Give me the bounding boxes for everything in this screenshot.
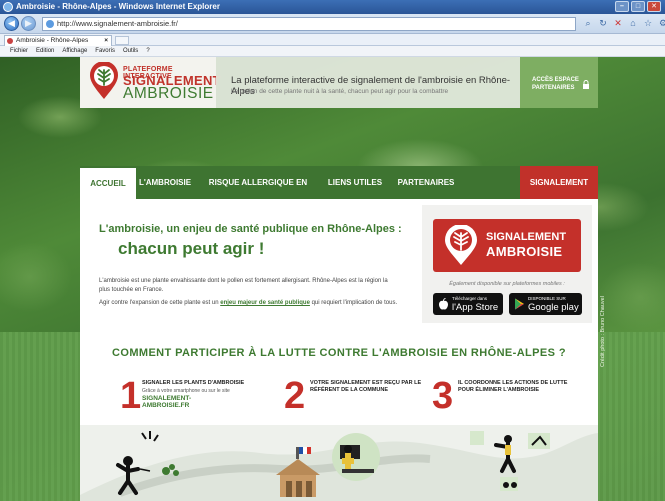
- menu-fichier[interactable]: Fichier: [10, 46, 28, 56]
- menu-bar: Fichier Edition Affichage Favoris Outils…: [0, 46, 665, 57]
- step-1-number: 1: [120, 375, 142, 417]
- menu-affichage[interactable]: Affichage: [62, 46, 87, 56]
- step-3-number: 3: [432, 375, 454, 417]
- address-url: http://www.signalement-ambroisie.fr/: [57, 19, 178, 28]
- nav-ambroisie[interactable]: L'AMBROISIE: [136, 166, 194, 199]
- site-globe-icon: [46, 20, 54, 28]
- google-play-small: DISPONIBLE SUR: [528, 296, 566, 301]
- signal-button-line2: AMBROISIE: [486, 244, 563, 259]
- close-tab-icon[interactable]: ×: [104, 36, 108, 46]
- lock-icon: [583, 80, 589, 89]
- window-title: Ambroisie - Rhône-Alpes - Windows Intern…: [16, 2, 220, 11]
- home-icon[interactable]: ⌂: [627, 17, 639, 29]
- partner-access-label: ACCÈS ESPACE PARTENAIRES: [532, 77, 579, 91]
- favorites-star-icon[interactable]: ☆: [642, 17, 654, 29]
- new-tab-button[interactable]: [115, 36, 129, 45]
- maximize-button[interactable]: □: [631, 1, 645, 12]
- menu-outils[interactable]: Outils: [123, 46, 138, 56]
- menu-favoris[interactable]: Favoris: [95, 46, 115, 56]
- logo-line2: AMBROISIE: [123, 85, 214, 102]
- stop-icon[interactable]: ✕: [612, 17, 624, 29]
- step-1-description: Grâce à votre smartphone ou sur le site: [142, 388, 230, 394]
- google-play-icon: [515, 298, 524, 310]
- partner-access-button[interactable]: ACCÈS ESPACE PARTENAIRES: [520, 57, 598, 108]
- intro-p2-text-before: Agir contre l'expansion de cette plante …: [99, 300, 221, 306]
- app-store-small: Télécharger dans: [452, 296, 488, 301]
- nav-partenaires[interactable]: PARTENAIRES: [388, 166, 464, 199]
- google-play-large: Google play: [528, 302, 579, 313]
- intro-p2-text-after: qui requiert l'implication de tous.: [309, 300, 398, 306]
- browser-tabbar: Ambroisie - Rhône-Alpes ×: [0, 34, 665, 46]
- participation-illustration: [80, 425, 598, 501]
- nav-liens-utiles[interactable]: LIENS UTILES: [322, 166, 388, 199]
- minimize-button[interactable]: –: [615, 1, 629, 12]
- google-play-badge[interactable]: DISPONIBLE SUR Google play: [509, 293, 582, 315]
- signal-button-line1: SIGNALEMENT: [486, 231, 567, 243]
- browser-navbar: ◀ ▶ http://www.signalement-ambroisie.fr/…: [0, 14, 665, 34]
- ambroisie-seal-icon: [445, 225, 477, 265]
- forward-button[interactable]: ▶: [21, 16, 36, 31]
- referent-at-desk-icon: [332, 433, 380, 481]
- page-viewport: PLATEFORME INTERACTIVE SIGNALEMENT AMBRO…: [0, 57, 665, 501]
- intro-headline: chacun peut agir !: [118, 239, 265, 258]
- browser-tab[interactable]: Ambroisie - Rhône-Alpes ×: [4, 35, 112, 46]
- intro-title: L'ambroisie, un enjeu de santé publique …: [99, 223, 402, 235]
- apple-icon: [439, 298, 448, 310]
- step-1-title: SIGNALER LES PLANTS D'AMBROISIE: [142, 380, 245, 386]
- photo-credit: Crédit photo : Bruno Chauvel: [600, 247, 614, 367]
- ie-icon: [3, 2, 13, 12]
- step-1-site-link[interactable]: SIGNALEMENT-AMBROISIE.FR: [142, 395, 191, 409]
- browser-tools: ⌕ ↻ ✕ ⌂ ☆ ⚙: [582, 17, 665, 29]
- signal-panel: SIGNALEMENT AMBROISIE Également disponib…: [422, 205, 592, 323]
- how-to-participate-title: COMMENT PARTICIPER À LA LUTTE CONTRE L'A…: [112, 347, 566, 359]
- tab-title: Ambroisie - Rhône-Alpes: [16, 37, 89, 44]
- address-bar[interactable]: http://www.signalement-ambroisie.fr/: [42, 17, 576, 31]
- signalement-ambroisie-button[interactable]: SIGNALEMENT AMBROISIE: [433, 219, 581, 272]
- back-button[interactable]: ◀: [4, 16, 19, 31]
- mobile-availability-text: Également disponible sur plateformes mob…: [449, 281, 565, 287]
- window-titlebar: Ambroisie - Rhône-Alpes - Windows Intern…: [0, 0, 665, 14]
- app-store-large: l'App Store: [452, 302, 499, 313]
- nav-risque-allergique[interactable]: RISQUE ALLERGIQUE EN COURS: [194, 166, 322, 220]
- photo-credit-text: Crédit photo : Bruno Chauvel: [600, 296, 606, 367]
- step-3-title: IL COORDONNE LES ACTIONS DE LUTTE POUR É…: [458, 380, 568, 393]
- search-icon[interactable]: ⌕: [582, 17, 594, 29]
- menu-help[interactable]: ?: [146, 46, 149, 56]
- settings-gear-icon[interactable]: ⚙: [657, 17, 665, 29]
- window-controls: – □ ✕: [615, 1, 661, 12]
- menu-edition[interactable]: Edition: [36, 46, 54, 56]
- intro-paragraph-1: L'ambroisie est une plante envahissante …: [99, 278, 388, 293]
- header-tagline: La plateforme interactive de signalement…: [216, 57, 520, 108]
- app-store-badge[interactable]: Télécharger dans l'App Store: [433, 293, 503, 315]
- intro-paragraph-2: Agir contre l'expansion de cette plante …: [99, 299, 399, 308]
- public-health-link[interactable]: enjeu majeur de santé publique: [220, 300, 310, 306]
- tagline-subtitle: Le pollen de cette plante nuit à la sant…: [231, 88, 449, 95]
- step-2-title: VOTRE SIGNALEMENT EST REÇU PAR LE RÉFÉRE…: [310, 380, 422, 393]
- main-navigation: ACCUEIL L'AMBROISIE RISQUE ALLERGIQUE EN…: [80, 166, 598, 220]
- ambroisie-leaf-logo-icon: [90, 62, 118, 99]
- nav-signalement[interactable]: SIGNALEMENT: [520, 166, 598, 199]
- nav-accueil[interactable]: ACCUEIL: [80, 166, 136, 199]
- refresh-icon[interactable]: ↻: [597, 17, 609, 29]
- tab-favicon-icon: [7, 38, 13, 44]
- site-logo[interactable]: PLATEFORME INTERACTIVE SIGNALEMENT AMBRO…: [80, 57, 221, 108]
- close-window-button[interactable]: ✕: [647, 1, 661, 12]
- main-content: L'ambroisie, un enjeu de santé publique …: [80, 199, 598, 501]
- step-2-number: 2: [284, 375, 306, 417]
